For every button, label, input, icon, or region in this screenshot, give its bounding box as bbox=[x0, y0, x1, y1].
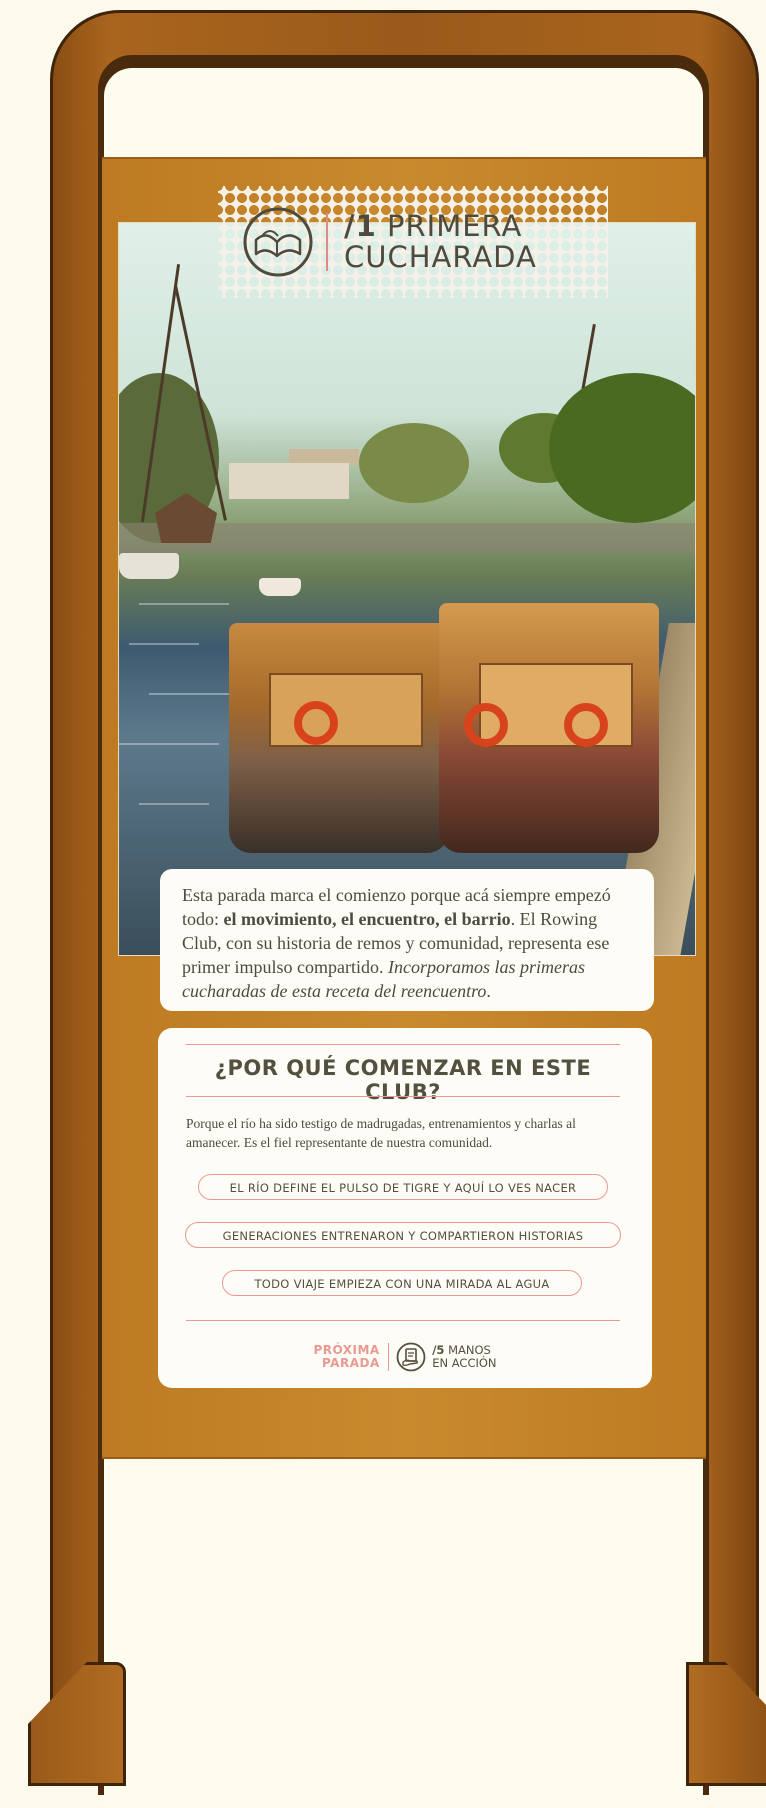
info-card: ¿POR QUÉ COMENZAR EN ESTE CLUB? Porque e… bbox=[158, 1028, 652, 1388]
stamp-title: /1 PRIMERA CUCHARADA bbox=[344, 211, 537, 273]
caption-box: Esta parada marca el comienzo porque acá… bbox=[160, 869, 654, 1011]
river-boats-photo bbox=[118, 222, 696, 956]
reason-pill-2: GENERACIONES ENTRENARON Y COMPARTIERON H… bbox=[185, 1222, 621, 1248]
title-line-1: PRIMERA bbox=[387, 209, 523, 243]
next-title-line-1: MANOS bbox=[448, 1343, 491, 1357]
reason-pill-3: TODO VIAJE EMPIEZA CON UNA MIRADA AL AGU… bbox=[222, 1270, 582, 1296]
reason-pill-1: EL RÍO DEFINE EL PULSO DE TIGRE Y AQUÍ L… bbox=[198, 1174, 608, 1200]
next-title-line-2: EN ACCIÓN bbox=[432, 1356, 497, 1370]
stop-number: /1 bbox=[344, 209, 377, 243]
title-line-2: CUCHARADA bbox=[344, 240, 537, 274]
hand-note-icon bbox=[396, 1342, 426, 1372]
next-stop-number: /5 bbox=[432, 1343, 445, 1357]
next-label-line-2: PARADA bbox=[321, 1356, 380, 1370]
caption-text-bold: el movimiento, el encuentro, el barrio bbox=[223, 909, 511, 929]
open-book-logo-icon bbox=[243, 207, 313, 277]
next-stop-title: /5 MANOS EN ACCIÓN bbox=[432, 1344, 496, 1370]
stamp-divider bbox=[326, 213, 328, 271]
divider bbox=[186, 1096, 620, 1097]
next-stop-divider bbox=[387, 1343, 390, 1371]
divider bbox=[186, 1320, 620, 1321]
frame-foot-left bbox=[28, 1662, 126, 1786]
divider bbox=[186, 1044, 620, 1045]
caption-text-end: . bbox=[486, 981, 491, 1001]
card-body: Porque el río ha sido testigo de madruga… bbox=[186, 1116, 576, 1150]
next-stop[interactable]: PRÓXIMA PARADA /5 MANOS EN ACCIÓN bbox=[158, 1340, 652, 1374]
title-stamp-content: /1 PRIMERA CUCHARADA bbox=[226, 192, 600, 292]
next-stop-label: PRÓXIMA PARADA bbox=[313, 1344, 379, 1370]
